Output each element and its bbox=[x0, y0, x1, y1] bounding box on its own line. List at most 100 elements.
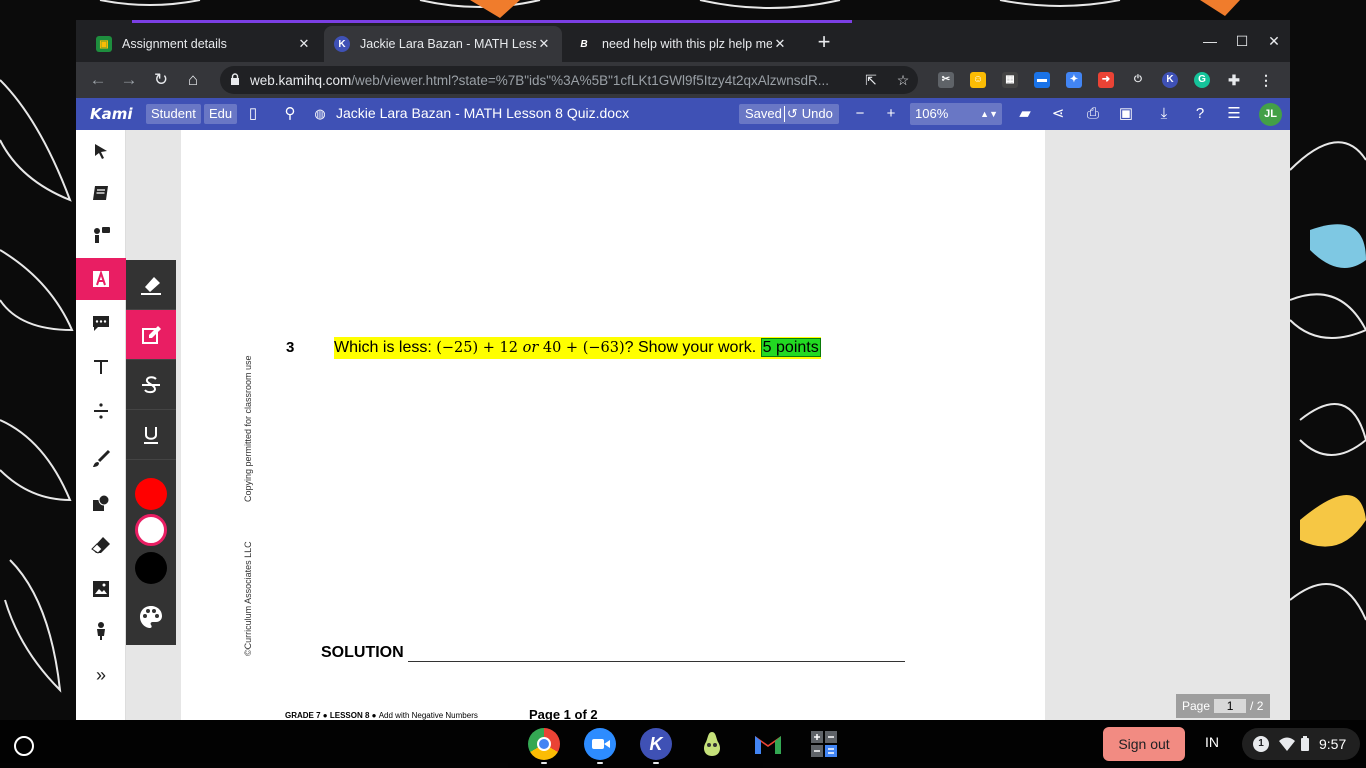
help-icon[interactable]: ? bbox=[1189, 104, 1211, 124]
color-swatch-red[interactable] bbox=[135, 478, 167, 510]
address-bar[interactable]: web.kamihq.com/web/viewer.html?state=%7B… bbox=[220, 66, 918, 94]
share-icon[interactable]: ⋖ bbox=[1047, 104, 1069, 124]
zoom-out-icon[interactable]: − bbox=[849, 104, 871, 124]
chrome-app-icon[interactable] bbox=[528, 728, 560, 760]
url-host: web.kamihq.com bbox=[250, 73, 352, 88]
drawing-tool-icon[interactable] bbox=[76, 438, 126, 480]
lock-icon bbox=[231, 73, 239, 85]
zoom-select[interactable]: 106% ▲▼ bbox=[910, 103, 1002, 125]
close-tab-icon[interactable]: ✕ bbox=[536, 36, 552, 52]
sidebar-toggle-icon[interactable]: ▯ bbox=[242, 104, 264, 124]
input-method-indicator[interactable]: IN bbox=[1205, 734, 1219, 750]
eraser-tool-icon[interactable] bbox=[76, 524, 126, 566]
system-shelf: K Sign out IN 1 9:57 bbox=[0, 720, 1366, 768]
close-tab-icon[interactable]: ✕ bbox=[772, 36, 788, 52]
browser-menu-icon[interactable]: ⋮ bbox=[1258, 72, 1274, 88]
pear-deck-app-icon[interactable] bbox=[696, 728, 728, 760]
extension-puzzle-blue-icon[interactable]: ✦ bbox=[1066, 72, 1082, 88]
select-tool-icon[interactable] bbox=[76, 130, 126, 172]
extensions-puzzle-icon[interactable]: ✚ bbox=[1226, 72, 1242, 88]
viewer-area: » Copying permitted for classroom use ©C… bbox=[76, 130, 1290, 720]
undo-icon[interactable]: ↺ bbox=[785, 104, 800, 124]
question-text: Which is less: (−25) + 12 or 40 + (−63)?… bbox=[334, 337, 821, 359]
calculator-app-icon[interactable] bbox=[808, 728, 840, 760]
expand-tools-icon[interactable]: » bbox=[76, 654, 126, 696]
tab-assignment-details[interactable]: ▣ Assignment details ✕ bbox=[86, 26, 322, 62]
page-indicator: Page 1/ 2 bbox=[1176, 694, 1270, 718]
document-title: Jackie Lara Bazan - MATH Lesson 8 Quiz.d… bbox=[336, 105, 630, 121]
page-number-input[interactable]: 1 bbox=[1214, 699, 1247, 713]
print-icon[interactable]: ⎙ bbox=[1082, 104, 1104, 124]
kami-logo: Kami bbox=[90, 105, 133, 123]
reload-icon[interactable]: ↻ bbox=[149, 68, 173, 92]
download-icon[interactable]: ⤓ bbox=[1153, 104, 1175, 124]
tab-brainly[interactable]: B need help with this plz help me - ✕ bbox=[566, 26, 798, 62]
document-page[interactable]: Copying permitted for classroom use ©Cur… bbox=[181, 130, 1045, 720]
close-tab-icon[interactable]: ✕ bbox=[296, 36, 312, 52]
underline-icon[interactable] bbox=[126, 410, 176, 460]
read-aloud-tool-icon[interactable] bbox=[76, 214, 126, 256]
color-swatch-white[interactable] bbox=[135, 514, 167, 546]
zoom-in-icon[interactable]: + bbox=[880, 104, 902, 124]
extension-grammarly-icon[interactable]: G bbox=[1194, 72, 1210, 88]
back-icon[interactable]: ← bbox=[86, 68, 110, 92]
home-icon[interactable]: ⌂ bbox=[181, 68, 205, 92]
edition-badge: Edu bbox=[204, 104, 238, 124]
markup-tool-icon[interactable] bbox=[76, 258, 126, 300]
avatar[interactable]: JL bbox=[1259, 103, 1282, 126]
copyright-note: ©Curriculum Associates LLC bbox=[243, 541, 253, 656]
palette-icon[interactable] bbox=[138, 604, 164, 635]
select-arrows-icon: ▲▼ bbox=[980, 109, 998, 119]
box-highlight-icon[interactable] bbox=[126, 310, 176, 360]
forward-icon[interactable]: → bbox=[117, 68, 141, 92]
status-tray[interactable]: 1 9:57 bbox=[1242, 728, 1360, 760]
extension-screen-icon[interactable]: ▬ bbox=[1034, 72, 1050, 88]
equation-tool-icon[interactable] bbox=[76, 390, 126, 432]
points-highlight: 5 points bbox=[760, 338, 821, 357]
zoom-app-icon[interactable] bbox=[584, 728, 616, 760]
kami-app-icon[interactable]: K bbox=[640, 728, 672, 760]
question-number: 3 bbox=[286, 339, 295, 356]
signature-tool-icon[interactable] bbox=[76, 610, 126, 652]
extension-kami-icon[interactable]: K bbox=[1162, 72, 1178, 88]
notification-count: 1 bbox=[1253, 736, 1269, 752]
save-status: Saved ↺ Undo bbox=[739, 104, 839, 124]
url-path: /web/viewer.html?state=%7B"ids"%3A%5B"1c… bbox=[351, 73, 830, 88]
undo-button[interactable]: Undo bbox=[800, 104, 835, 124]
maximize-icon[interactable]: ☐ bbox=[1230, 30, 1254, 52]
extension-arrow-icon[interactable]: ➜ bbox=[1098, 72, 1114, 88]
shapes-tool-icon[interactable] bbox=[76, 482, 126, 524]
extension-qr-icon[interactable]: ▦ bbox=[1002, 72, 1018, 88]
close-window-icon[interactable]: ✕ bbox=[1262, 30, 1286, 52]
extension-power-icon[interactable]: ⏻ bbox=[1130, 72, 1146, 88]
open-in-app-icon[interactable]: ⇱ bbox=[862, 71, 880, 89]
gmail-app-icon[interactable] bbox=[752, 728, 784, 760]
tab-kami-document[interactable]: K Jackie Lara Bazan - MATH Lesso ✕ bbox=[324, 26, 562, 62]
image-tool-icon[interactable] bbox=[76, 568, 126, 610]
browser-window: ▣ Assignment details ✕ K Jackie Lara Baz… bbox=[76, 20, 1290, 720]
minimize-icon[interactable]: — bbox=[1198, 30, 1222, 52]
open-folder-icon[interactable]: ▰ bbox=[1014, 104, 1036, 124]
text-tool-icon[interactable] bbox=[76, 346, 126, 388]
globe-icon: ◍ bbox=[314, 106, 326, 121]
dictionary-tool-icon[interactable] bbox=[76, 172, 126, 214]
strikethrough-icon[interactable] bbox=[126, 360, 176, 410]
color-swatch-black[interactable] bbox=[135, 552, 167, 584]
math-expression: (−25) + 12 or 40 + (−63) bbox=[436, 340, 625, 356]
comment-tool-icon[interactable] bbox=[76, 302, 126, 344]
clock: 9:57 bbox=[1319, 736, 1347, 752]
search-icon[interactable]: ⚲ bbox=[279, 104, 301, 124]
page-count-footer: Page 1 of 2 bbox=[529, 707, 598, 720]
tool-rail: » bbox=[76, 130, 126, 720]
save-icon[interactable]: ▣ bbox=[1115, 104, 1137, 124]
extension-snip-icon[interactable]: ✂ bbox=[938, 72, 954, 88]
bookmark-star-icon[interactable]: ☆ bbox=[894, 71, 912, 89]
sign-out-button[interactable]: Sign out bbox=[1103, 727, 1185, 761]
new-tab-button[interactable]: + bbox=[814, 31, 834, 53]
launcher-icon[interactable] bbox=[14, 736, 34, 756]
saved-label: Saved bbox=[745, 106, 782, 121]
highlighter-icon[interactable] bbox=[126, 260, 176, 310]
solution-line bbox=[408, 661, 905, 662]
menu-icon[interactable]: ☰ bbox=[1223, 104, 1245, 124]
extension-face-icon[interactable]: ☺ bbox=[970, 72, 986, 88]
